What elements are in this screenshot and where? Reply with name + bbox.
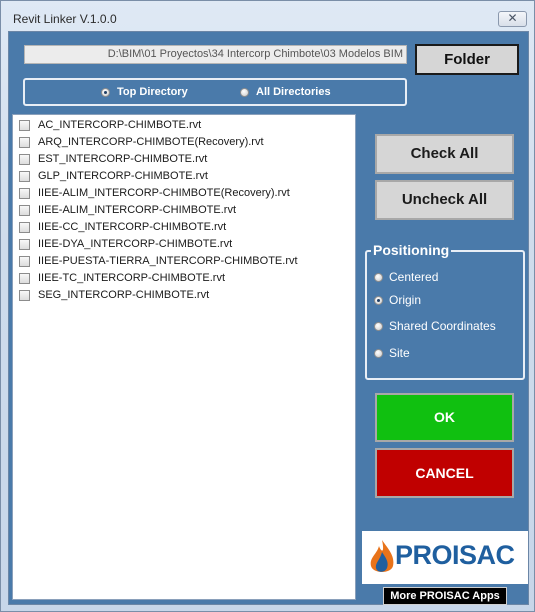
more-apps-button[interactable]: More PROISAC Apps xyxy=(383,587,507,605)
uncheck-all-button[interactable]: Uncheck All xyxy=(375,180,514,220)
file-name: IIEE-ALIM_INTERCORP-CHIMBOTE.rvt xyxy=(38,204,237,216)
radio-shared-coordinates-indicator[interactable] xyxy=(374,322,383,331)
radio-top-directory-label: Top Directory xyxy=(117,86,188,98)
file-name: IIEE-TC_INTERCORP-CHIMBOTE.rvt xyxy=(38,272,226,284)
proisac-logo: PROISAC xyxy=(362,531,528,584)
main-panel: D:\BIM\01 Proyectos\34 Intercorp Chimbot… xyxy=(8,31,529,605)
file-checkbox[interactable] xyxy=(19,222,30,233)
window-title: Revit Linker V.1.0.0 xyxy=(13,12,117,26)
file-checkbox[interactable] xyxy=(19,188,30,199)
radio-shared-coordinates-label: Shared Coordinates xyxy=(389,319,496,333)
radio-origin-indicator[interactable] xyxy=(374,296,383,305)
file-checkbox[interactable] xyxy=(19,171,30,182)
flame-icon xyxy=(370,540,394,572)
radio-site-indicator[interactable] xyxy=(374,349,383,358)
folder-path-field[interactable]: D:\BIM\01 Proyectos\34 Intercorp Chimbot… xyxy=(24,45,407,64)
close-icon: ✕ xyxy=(507,11,518,25)
check-all-button[interactable]: Check All xyxy=(375,134,514,174)
file-checkbox[interactable] xyxy=(19,154,30,165)
radio-all-directories-label: All Directories xyxy=(256,86,331,98)
ok-button[interactable]: OK xyxy=(375,393,514,442)
file-name: IIEE-CC_INTERCORP-CHIMBOTE.rvt xyxy=(38,221,227,233)
file-checkbox[interactable] xyxy=(19,256,30,267)
positioning-title: Positioning xyxy=(371,242,452,258)
file-checkbox[interactable] xyxy=(19,290,30,301)
file-name: IIEE-DYA_INTERCORP-CHIMBOTE.rvt xyxy=(38,238,233,250)
file-checkbox[interactable] xyxy=(19,205,30,216)
radio-centered-label: Centered xyxy=(389,270,439,284)
radio-origin-label: Origin xyxy=(389,293,422,307)
radio-site-label: Site xyxy=(389,346,410,360)
file-name: AC_INTERCORP-CHIMBOTE.rvt xyxy=(38,119,202,131)
cancel-button[interactable]: CANCEL xyxy=(375,448,514,498)
file-name: ARQ_INTERCORP-CHIMBOTE(Recovery).rvt xyxy=(38,136,264,148)
file-name: EST_INTERCORP-CHIMBOTE.rvt xyxy=(38,153,208,165)
file-name: SEG_INTERCORP-CHIMBOTE.rvt xyxy=(38,289,210,301)
file-checkbox[interactable] xyxy=(19,137,30,148)
close-button[interactable]: ✕ xyxy=(498,11,527,27)
radio-all-directories-indicator[interactable] xyxy=(240,88,249,97)
file-checkbox[interactable] xyxy=(19,239,30,250)
file-checkbox[interactable] xyxy=(19,273,30,284)
revit-linker-window: Revit Linker V.1.0.0 ✕ D:\BIM\01 Proyect… xyxy=(0,0,535,612)
radio-top-directory-indicator[interactable] xyxy=(101,88,110,97)
title-bar: Revit Linker V.1.0.0 ✕ xyxy=(1,1,534,35)
file-name: IIEE-ALIM_INTERCORP-CHIMBOTE(Recovery).r… xyxy=(38,187,290,199)
radio-centered-indicator[interactable] xyxy=(374,273,383,282)
file-checkbox[interactable] xyxy=(19,120,30,131)
folder-button[interactable]: Folder xyxy=(415,44,519,75)
file-name: IIEE-PUESTA-TIERRA_INTERCORP-CHIMBOTE.rv… xyxy=(38,255,298,267)
positioning-group: Centered Origin Shared Coordinates Site xyxy=(365,250,525,380)
directory-scope-group: Top Directory All Directories xyxy=(23,78,407,106)
logo-text: PROISAC xyxy=(395,540,515,570)
file-name: GLP_INTERCORP-CHIMBOTE.rvt xyxy=(38,170,208,182)
file-list[interactable]: AC_INTERCORP-CHIMBOTE.rvt ARQ_INTERCORP-… xyxy=(12,114,356,600)
